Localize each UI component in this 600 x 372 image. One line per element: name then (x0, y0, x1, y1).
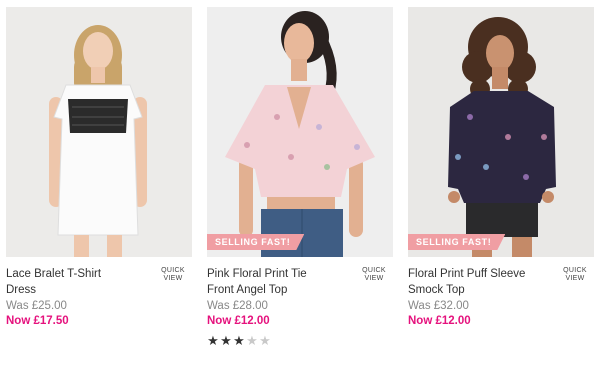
product-card[interactable]: SELLING FAST! Floral Print Puff Sleeve S… (408, 7, 594, 327)
was-price: Was £32.00 (408, 300, 469, 312)
quick-view-label: VIEW (565, 275, 585, 282)
now-price: Now £12.00 (207, 315, 270, 327)
product-card[interactable]: SELLING FAST! Pink Floral Print Tie Fron… (207, 7, 393, 349)
product-card[interactable]: Lace Bralet T-Shirt Dress QUICK VIEW Was… (6, 7, 192, 327)
model-photo-puff-sleeve-top (408, 7, 594, 257)
product-title-line: Pink Floral Print Tie (207, 268, 307, 280)
quick-view-label: QUICK (161, 267, 185, 274)
star-rating: ★★★★★ (207, 333, 393, 349)
selling-fast-badge: SELLING FAST! (207, 234, 304, 250)
quick-view-label: VIEW (163, 275, 183, 282)
quick-view-button[interactable]: QUICK VIEW (158, 267, 188, 283)
product-title[interactable]: Floral Print Puff Sleeve Smock Top (408, 266, 548, 298)
star-empty-icon: ★ (246, 333, 259, 348)
product-title-line: Lace Bralet T-Shirt (6, 268, 102, 280)
star-filled-icon: ★ (233, 333, 246, 348)
quick-view-label: QUICK (563, 267, 587, 274)
product-title-line: Smock Top (408, 284, 465, 296)
product-title[interactable]: Pink Floral Print Tie Front Angel Top (207, 266, 347, 298)
model-photo-lace-dress (6, 7, 192, 257)
was-price: Was £25.00 (6, 300, 67, 312)
star-empty-icon: ★ (259, 333, 272, 348)
now-price: Now £17.50 (6, 315, 69, 327)
product-image[interactable]: SELLING FAST! (207, 7, 393, 257)
quick-view-button[interactable]: QUICK VIEW (359, 267, 389, 283)
now-price: Now £12.00 (408, 315, 471, 327)
quick-view-label: VIEW (364, 275, 384, 282)
was-price: Was £28.00 (207, 300, 268, 312)
quick-view-label: QUICK (362, 267, 386, 274)
product-image[interactable] (6, 7, 192, 257)
star-filled-icon: ★ (220, 333, 233, 348)
product-image[interactable]: SELLING FAST! (408, 7, 594, 257)
product-title-line: Front Angel Top (207, 284, 288, 296)
product-title-line: Floral Print Puff Sleeve (408, 268, 526, 280)
quick-view-button[interactable]: QUICK VIEW (560, 267, 590, 283)
model-photo-pink-floral-top (207, 7, 393, 257)
product-title-line: Dress (6, 284, 37, 296)
star-filled-icon: ★ (207, 333, 220, 348)
selling-fast-badge: SELLING FAST! (408, 234, 505, 250)
product-title[interactable]: Lace Bralet T-Shirt Dress (6, 266, 146, 298)
